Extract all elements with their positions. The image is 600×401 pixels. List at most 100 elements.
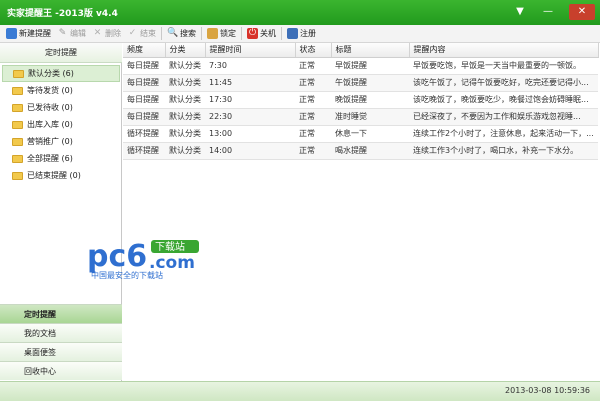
- cell-frequency: 每日提醒: [123, 108, 165, 126]
- watermark-badge: 下载站: [155, 240, 185, 253]
- toolbar-divider: [161, 27, 162, 40]
- folder-item-inventory[interactable]: 出库入库 (0): [2, 116, 120, 133]
- cell-frequency: 每日提醒: [123, 57, 165, 75]
- cell-status: 正常: [295, 142, 331, 160]
- new-reminder-label: 新建提醒: [19, 29, 51, 38]
- folder-label: 出库入库 (0): [27, 120, 73, 129]
- cell-status: 正常: [295, 125, 331, 143]
- delete-label: 删除: [105, 29, 121, 38]
- folder-item-default[interactable]: 默认分类 (6): [2, 65, 120, 82]
- nav-recycle-center[interactable]: 回收中心: [0, 361, 122, 380]
- new-reminder-icon: [6, 28, 17, 39]
- cell-status: 正常: [295, 74, 331, 92]
- table-row[interactable]: 每日提醒 默认分类 17:30 正常 晚饭提醒 该吃晚饭了，晚饭要吃少，晚餐过饱…: [123, 91, 598, 109]
- cell-frequency: 每日提醒: [123, 91, 165, 109]
- lock-label: 锁定: [220, 29, 236, 38]
- cell-frequency: 每日提醒: [123, 74, 165, 92]
- menu-dropdown-icon[interactable]: ▼: [510, 4, 530, 20]
- cell-time: 14:00: [205, 142, 295, 160]
- column-header-title[interactable]: 标题: [331, 43, 410, 58]
- cell-title: 晚饭提醒: [331, 91, 409, 109]
- end-label: 结束: [140, 29, 156, 38]
- column-header-frequency[interactable]: 频度: [123, 43, 166, 58]
- folder-item-finished[interactable]: 已结束提醒 (0): [2, 167, 120, 184]
- table-row[interactable]: 循环提醒 默认分类 13:00 正常 休息一下 连续工作2个小时了，注意休息，起…: [123, 125, 598, 143]
- folder-icon: [12, 171, 23, 180]
- cell-frequency: 循环提醒: [123, 125, 165, 143]
- column-header-time[interactable]: 提醒时间: [205, 43, 296, 58]
- folder-icon: [12, 154, 23, 163]
- folder-label: 营销推广 (0): [27, 137, 73, 146]
- cell-content: 该吃午饭了，记得午饭要吃好，吃完还要记得小...: [409, 74, 598, 92]
- folder-icon: [12, 103, 23, 112]
- column-header-status[interactable]: 状态: [295, 43, 332, 58]
- folder-item-awaiting-shipment[interactable]: 等待发货 (0): [2, 82, 120, 99]
- table-row[interactable]: 每日提醒 默认分类 11:45 正常 午饭提醒 该吃午饭了，记得午饭要吃好，吃完…: [123, 74, 598, 92]
- folder-label: 已结束提醒 (0): [27, 171, 81, 180]
- end-icon: ✓: [128, 28, 137, 38]
- register-label: 注册: [300, 29, 316, 38]
- cell-time: 13:00: [205, 125, 295, 143]
- register-button[interactable]: 注册: [284, 26, 319, 42]
- reminder-table-panel: 频度 分类 提醒时间 状态 标题 提醒内容 每日提醒 默认分类 7:30 正常 …: [123, 43, 600, 381]
- watermark-domain: .com: [149, 253, 195, 273]
- cell-time: 7:30: [205, 57, 295, 75]
- cell-title: 准时睡觉: [331, 108, 409, 126]
- pc6-watermark-logo: pc6 .com 下载站 中国最安全的下载站: [87, 239, 199, 280]
- shutdown-button[interactable]: ⏻ 关机: [244, 26, 279, 42]
- cell-category: 默认分类: [165, 57, 205, 75]
- sidebar-header: 定时提醒: [0, 43, 122, 63]
- end-button[interactable]: ✓ 结束: [124, 26, 159, 42]
- table-row[interactable]: 每日提醒 默认分类 22:30 正常 准时睡觉 已经深夜了，不要因为工作和娱乐游…: [123, 108, 598, 126]
- cell-category: 默认分类: [165, 91, 205, 109]
- watermark-tagline: 中国最安全的下载站: [91, 270, 163, 280]
- table-row[interactable]: 循环提醒 默认分类 14:00 正常 喝水提醒 连续工作3个小时了，喝口水，补充…: [123, 142, 598, 160]
- delete-button[interactable]: ✕ 删除: [89, 26, 124, 42]
- nav-my-documents[interactable]: 我的文档: [0, 323, 122, 342]
- edit-button[interactable]: ✎ 编辑: [54, 26, 89, 42]
- folder-label: 默认分类 (6): [28, 69, 74, 78]
- search-label: 搜索: [180, 29, 196, 38]
- toolbar-divider: [241, 27, 242, 40]
- folder-label: 已发待收 (0): [27, 103, 73, 112]
- new-reminder-button[interactable]: 新建提醒: [3, 26, 54, 42]
- cell-title: 午饭提醒: [331, 74, 409, 92]
- cell-content: 连续工作2个小时了，注意休息，起来活动一下，...: [409, 125, 598, 143]
- window-title: 实家提醒王 -2013版 v4.4: [7, 9, 118, 19]
- folder-item-all[interactable]: 全部提醒 (6): [2, 150, 120, 167]
- column-header-category[interactable]: 分类: [165, 43, 206, 58]
- minimize-button[interactable]: —: [538, 4, 558, 20]
- watermark-brand: pc6: [87, 239, 147, 274]
- shutdown-label: 关机: [260, 29, 276, 38]
- column-header-content[interactable]: 提醒内容: [409, 43, 599, 58]
- lock-button[interactable]: 锁定: [204, 26, 239, 42]
- search-icon: 🔍: [167, 28, 179, 38]
- reminder-table: 频度 分类 提醒时间 状态 标题 提醒内容 每日提醒 默认分类 7:30 正常 …: [123, 43, 599, 160]
- search-button[interactable]: 🔍 搜索: [164, 26, 199, 42]
- delete-icon: ✕: [93, 28, 102, 38]
- lock-icon: [207, 28, 218, 39]
- cell-time: 11:45: [205, 74, 295, 92]
- table-row[interactable]: 每日提醒 默认分类 7:30 正常 早饭提醒 早饭要吃饱，早饭是一天当中最重要的…: [123, 57, 598, 75]
- toolbar-divider: [281, 27, 282, 40]
- cell-category: 默认分类: [165, 125, 205, 143]
- close-button[interactable]: ✕: [569, 4, 595, 20]
- cell-content: 早饭要吃饱，早饭是一天当中最重要的一顿饭。: [409, 57, 598, 75]
- sidebar: 定时提醒 默认分类 (6) 等待发货 (0) 已发待收 (0) 出库入库 (0)…: [0, 43, 122, 381]
- table-header-row: 频度 分类 提醒时间 状态 标题 提醒内容: [123, 43, 599, 58]
- cell-title: 早饭提醒: [331, 57, 409, 75]
- title-bar: 实家提醒王 -2013版 v4.4 ▼ — ✕: [0, 0, 600, 25]
- folder-item-shipped[interactable]: 已发待收 (0): [2, 99, 120, 116]
- cell-category: 默认分类: [165, 74, 205, 92]
- nav-timed-reminders[interactable]: 定时提醒: [0, 304, 122, 323]
- cell-time: 22:30: [205, 108, 295, 126]
- cell-content: 已经深夜了，不要因为工作和娱乐游戏忽视睡...: [409, 108, 598, 126]
- folder-item-marketing[interactable]: 营销推广 (0): [2, 133, 120, 150]
- cell-content: 该吃晚饭了，晚饭要吃少，晚餐过饱会妨碍睡眠...: [409, 91, 598, 109]
- edit-label: 编辑: [70, 29, 86, 38]
- cell-status: 正常: [295, 108, 331, 126]
- cell-frequency: 循环提醒: [123, 142, 165, 160]
- folder-list: 默认分类 (6) 等待发货 (0) 已发待收 (0) 出库入库 (0) 营销推广…: [2, 65, 120, 184]
- nav-desktop-notes[interactable]: 桌面便签: [0, 342, 122, 361]
- cell-title: 喝水提醒: [331, 142, 409, 160]
